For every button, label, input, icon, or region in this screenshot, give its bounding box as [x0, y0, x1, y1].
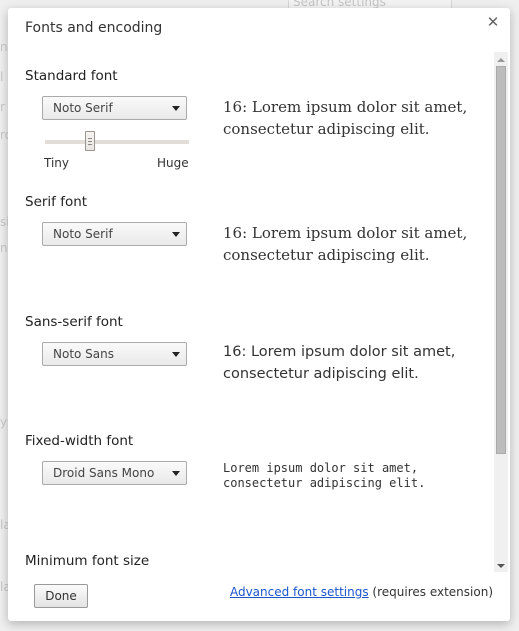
grip-line — [87, 138, 92, 139]
serif-font-sample: 16: Lorem ipsum dolor sit amet, consecte… — [223, 224, 468, 264]
scroll-up-arrow-icon[interactable] — [497, 58, 505, 62]
minimum-font-size-heading: Minimum font size — [25, 553, 150, 569]
serif-font-value: Noto Serif — [53, 227, 113, 241]
slider-min-label: Tiny — [44, 156, 70, 170]
fixed-width-font-select[interactable]: Droid Sans Mono — [42, 461, 187, 485]
slider-track[interactable] — [45, 140, 189, 144]
dropdown-arrow-icon — [172, 232, 180, 237]
background-text-fragment: ro — [0, 128, 8, 142]
sans-serif-font-value: Noto Sans — [53, 347, 115, 361]
requires-extension-text: (requires extension) — [368, 585, 493, 599]
background-text-fragment: n — [0, 241, 8, 255]
serif-font-heading: Serif font — [25, 194, 88, 210]
slider-max-label: Huge — [157, 156, 189, 170]
dropdown-arrow-icon — [172, 471, 180, 476]
background-text-fragment: l c — [0, 70, 8, 84]
fixed-width-font-value: Droid Sans Mono — [53, 466, 155, 480]
scrollbar-thumb[interactable] — [496, 66, 506, 454]
sans-serif-font-heading: Sans-serif font — [25, 314, 123, 330]
background-text-fragment: la — [0, 580, 8, 594]
scroll-down-arrow-icon[interactable] — [497, 564, 505, 568]
dropdown-arrow-icon — [172, 106, 180, 111]
dialog-content: Standard font Noto Serif 16: Lorem ipsum… — [8, 52, 488, 572]
background-text-fragment: si — [0, 215, 8, 229]
sans-serif-font-sample: 16: Lorem ipsum dolor sit amet, consecte… — [223, 344, 456, 382]
fixed-width-font-heading: Fixed-width font — [25, 433, 134, 449]
done-button[interactable]: Done — [34, 584, 88, 608]
close-icon[interactable]: ✕ — [486, 15, 500, 30]
sans-serif-font-select[interactable]: Noto Sans — [42, 342, 187, 366]
font-size-slider[interactable] — [45, 131, 189, 155]
grip-line — [87, 144, 92, 145]
fixed-width-font-sample: Lorem ipsum dolor sit amet, consectetur … — [223, 461, 426, 490]
background-text-fragment: ys — [0, 415, 8, 429]
standard-font-value: Noto Serif — [53, 101, 113, 115]
standard-font-heading: Standard font — [25, 68, 118, 84]
background-text-fragment: n — [0, 40, 8, 54]
dialog-title: Fonts and encoding — [25, 20, 163, 36]
dropdown-arrow-icon — [172, 352, 180, 357]
standard-font-select[interactable]: Noto Serif — [42, 96, 187, 120]
background-text-fragment: la — [0, 518, 8, 532]
fonts-dialog: Fonts and encoding ✕ Standard font Noto … — [8, 8, 510, 621]
serif-font-select[interactable]: Noto Serif — [42, 222, 187, 246]
content-scrollbar[interactable] — [494, 52, 508, 572]
background-text-fragment: r — [0, 100, 5, 114]
advanced-font-settings-note: Advanced font settings (requires extensi… — [230, 585, 493, 599]
slider-thumb[interactable] — [84, 131, 95, 151]
standard-font-sample: 16: Lorem ipsum dolor sit amet, consecte… — [223, 98, 468, 138]
advanced-font-settings-link[interactable]: Advanced font settings — [230, 585, 369, 599]
grip-line — [87, 141, 92, 142]
